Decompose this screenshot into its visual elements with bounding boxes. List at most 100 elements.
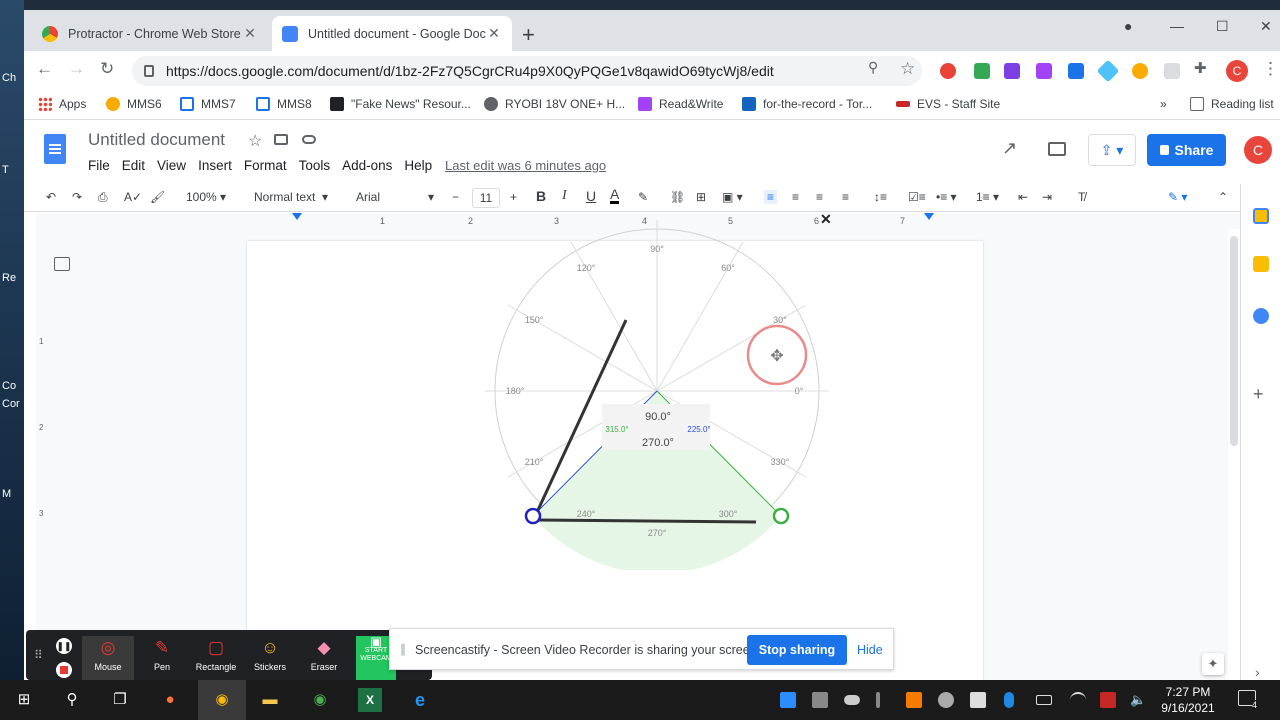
zoom-select[interactable]: 100% ▾ [186, 190, 226, 204]
account-avatar[interactable]: C [1244, 136, 1272, 164]
zoom-icon[interactable]: ⚲ [868, 59, 878, 76]
hide-button[interactable]: Hide [857, 643, 883, 657]
stop-record-icon[interactable] [56, 662, 72, 678]
font-select[interactable]: Arial [356, 190, 380, 204]
minimize-icon[interactable]: — [1170, 18, 1184, 34]
align-left-icon[interactable]: ≡ [764, 190, 778, 204]
bold-icon[interactable]: B [536, 188, 546, 204]
extension-icon[interactable] [1132, 63, 1148, 79]
close-tab-icon[interactable]: ✕ [486, 25, 502, 42]
comment-icon[interactable]: ⊞ [696, 190, 706, 204]
line-spacing-icon[interactable]: ↕≡ [874, 190, 887, 204]
italic-icon[interactable]: I [562, 188, 567, 204]
comments-icon[interactable] [1048, 142, 1066, 156]
close-window-icon[interactable]: ✕ [1260, 18, 1272, 35]
bookmark-star-icon[interactable]: ☆ [900, 59, 915, 79]
pen-tool-button[interactable]: ✎ Pen [136, 636, 188, 680]
mouse-tool-button[interactable]: ◎ Mouse [82, 636, 134, 680]
extension-icon[interactable] [1164, 63, 1180, 79]
explore-icon[interactable]: ✦ [1202, 653, 1224, 675]
firefox-icon[interactable]: ● [158, 688, 182, 712]
calendar-icon[interactable] [1253, 208, 1269, 224]
eraser-tool-button[interactable]: ◆ Eraser [298, 636, 350, 680]
tray-app-icon[interactable] [812, 692, 828, 708]
rectangle-tool-button[interactable]: ▢ Rectangle [190, 636, 242, 680]
volume-icon[interactable]: 🔈 [1130, 692, 1146, 708]
activity-trend-icon[interactable]: ↗ [1002, 138, 1017, 159]
justify-icon[interactable]: ≡ [842, 190, 849, 204]
profile-menu-icon[interactable]: ● [1124, 18, 1132, 34]
checklist-icon[interactable]: ☑≡ [908, 190, 926, 204]
banner-drag-icon[interactable]: ∥ [400, 642, 406, 656]
menu-help[interactable]: Help [404, 158, 432, 173]
numbered-list-icon[interactable]: 1≡ ▾ [976, 190, 999, 204]
address-bar[interactable]: https://docs.google.com/document/d/1bz-2… [132, 56, 922, 86]
align-right-icon[interactable]: ≡ [816, 190, 823, 204]
task-view-icon[interactable]: ❐ [108, 688, 132, 712]
align-center-icon[interactable]: ≡ [792, 190, 799, 204]
extension-icon[interactable] [1096, 59, 1120, 83]
back-icon[interactable]: ← [36, 59, 53, 79]
menu-format[interactable]: Format [244, 158, 287, 173]
forward-icon[interactable]: → [68, 59, 85, 79]
wifi-icon[interactable] [1070, 692, 1086, 708]
menu-view[interactable]: View [157, 158, 186, 173]
bookmark-ryobi[interactable]: RYOBI 18V ONE+ H... [484, 97, 625, 111]
profile-avatar[interactable]: C [1226, 60, 1248, 82]
pause-icon[interactable]: ❚❚ [56, 638, 72, 654]
bookmark-mms6[interactable]: MMS6 [106, 97, 162, 111]
clear-formatting-icon[interactable]: T̸ [1078, 190, 1085, 204]
menu-addons[interactable]: Add-ons [342, 158, 392, 173]
extension-icon[interactable] [1004, 63, 1020, 79]
right-indent-marker-icon[interactable] [924, 213, 934, 220]
underline-icon[interactable]: U [586, 188, 596, 204]
search-icon[interactable]: ⚲ [60, 688, 84, 712]
more-bookmarks[interactable]: » [1160, 97, 1167, 111]
reload-icon[interactable]: ↻ [100, 59, 114, 79]
stickers-tool-button[interactable]: ☺ Stickers [244, 636, 296, 680]
extension-icon[interactable] [974, 63, 990, 79]
bookmark-for-the-record[interactable]: for-the-record - Tor... [742, 97, 872, 111]
bookmark-readwrite[interactable]: Read&Write [638, 97, 723, 111]
zoom-tray-icon[interactable] [780, 692, 796, 708]
system-clock[interactable]: 7:27 PM 9/16/2021 [1148, 684, 1228, 716]
last-edit-link[interactable]: Last edit was 6 minutes ago [445, 158, 606, 173]
right-arm-handle[interactable] [772, 507, 790, 525]
highlight-icon[interactable]: ✎ [638, 190, 648, 204]
tab-protractor-store[interactable]: Protractor - Chrome Web Store ✕ [32, 16, 268, 51]
excel-icon[interactable]: X [358, 688, 382, 712]
expand-panel-icon[interactable]: › [1255, 664, 1260, 680]
font-size-input[interactable]: 11 [472, 188, 500, 208]
bullet-list-icon[interactable]: •≡ ▾ [936, 190, 957, 204]
left-indent-marker-icon[interactable] [292, 213, 302, 220]
bluetooth-icon[interactable] [1004, 692, 1014, 708]
collapse-menu-icon[interactable]: ⌃ [1218, 190, 1228, 204]
drag-handle-icon[interactable]: ⠿ [34, 648, 43, 662]
font-dropdown-icon[interactable]: ▾ [428, 190, 434, 204]
close-tab-icon[interactable]: ✕ [242, 25, 258, 42]
menu-file[interactable]: File [88, 158, 110, 173]
new-tab-button[interactable]: + [522, 22, 535, 48]
spellcheck-icon[interactable]: A✓ [124, 190, 142, 204]
move-folder-icon[interactable] [274, 134, 288, 145]
reading-list[interactable]: Reading list [1190, 97, 1274, 111]
tray-app-icon[interactable] [1100, 692, 1116, 708]
battery-icon[interactable] [1036, 695, 1052, 705]
present-button[interactable]: ⇪ ▾ [1088, 134, 1136, 166]
share-button[interactable]: Share [1147, 134, 1226, 166]
menu-insert[interactable]: Insert [198, 158, 232, 173]
increase-size-icon[interactable]: + [510, 190, 517, 204]
left-arm-handle[interactable] [524, 507, 542, 525]
vertical-ruler[interactable]: 1 2 3 [36, 289, 48, 669]
image-icon[interactable]: ▣ ▾ [722, 190, 743, 204]
security-icon[interactable] [970, 692, 986, 708]
editing-mode-icon[interactable]: ✎ ▾ [1168, 190, 1187, 204]
chrome-icon[interactable]: ◉ [198, 680, 246, 720]
tasks-icon[interactable] [1253, 308, 1269, 324]
extension-icon[interactable] [1036, 63, 1052, 79]
chrome-profile-icon[interactable]: ◉ [308, 688, 332, 712]
browser-menu-icon[interactable]: ⋮ [1262, 59, 1279, 79]
cloud-status-icon[interactable] [302, 135, 316, 144]
star-icon[interactable]: ☆ [248, 131, 262, 151]
maximize-icon[interactable]: ☐ [1216, 18, 1229, 35]
